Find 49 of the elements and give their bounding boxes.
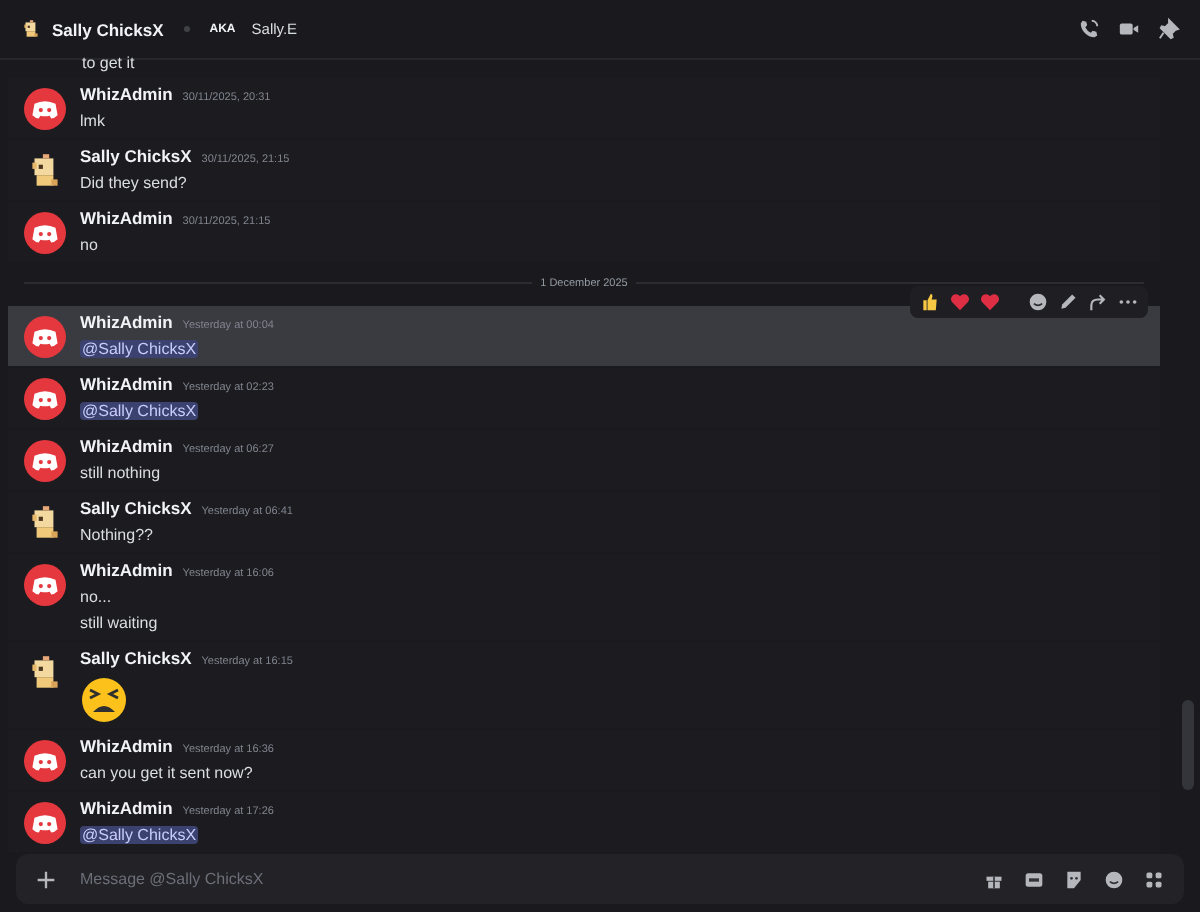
pixel-character-avatar <box>20 18 42 40</box>
video-camera-icon[interactable] <box>1118 18 1140 40</box>
sticker-icon[interactable] <box>1064 869 1084 889</box>
game-controller-avatar <box>24 740 66 782</box>
user-mention[interactable]: @Sally ChicksX <box>80 826 199 844</box>
author-name[interactable]: Sally ChicksX <box>80 648 192 668</box>
game-controller-avatar <box>24 802 66 844</box>
author-name[interactable]: WhizAdmin <box>80 736 173 756</box>
author-name[interactable]: Sally ChicksX <box>80 498 192 518</box>
emoji-icon[interactable] <box>1028 292 1048 312</box>
author-name[interactable]: WhizAdmin <box>80 374 173 394</box>
message-text: Did they send? <box>80 172 189 196</box>
separator-dot <box>183 26 190 32</box>
message-text: no <box>80 234 100 258</box>
game-controller-avatar <box>24 564 66 606</box>
message-text: Nothing?? <box>80 524 155 548</box>
author-name[interactable]: WhizAdmin <box>80 560 173 580</box>
message-text: no... <box>80 586 114 610</box>
game-controller-avatar <box>24 88 66 130</box>
pin-icon[interactable] <box>1158 18 1180 40</box>
apps-icon[interactable] <box>1144 869 1164 889</box>
author-name[interactable]: Sally ChicksX <box>80 146 192 166</box>
author-name[interactable]: WhizAdmin <box>80 436 173 456</box>
author-name[interactable]: WhizAdmin <box>80 312 173 332</box>
game-controller-avatar <box>24 440 66 482</box>
author-name[interactable]: WhizAdmin <box>80 208 173 228</box>
game-controller-avatar <box>24 316 66 358</box>
tired-face-emoji <box>80 676 128 724</box>
thumbs-up-icon[interactable] <box>920 292 940 312</box>
user-mention[interactable]: @Sally ChicksX <box>80 402 199 420</box>
message-text: lmk <box>80 110 107 134</box>
message-input-field[interactable]: Message @Sally ChicksX <box>80 870 984 888</box>
message-composer-field[interactable]: Message @Sally ChicksX <box>16 854 1184 904</box>
forward-arrow-icon[interactable] <box>1088 292 1108 312</box>
gif-icon[interactable] <box>1024 869 1044 889</box>
game-controller-avatar <box>24 378 66 420</box>
phone-icon[interactable] <box>1078 18 1100 40</box>
recipient-name: Sally ChicksX <box>52 19 164 39</box>
plus-icon[interactable] <box>36 869 56 889</box>
message-text: still nothing <box>80 462 163 486</box>
message-text: to get it <box>80 60 137 76</box>
message-text: can you get it sent now? <box>80 762 255 786</box>
pencil-icon[interactable] <box>1058 292 1078 312</box>
emoji-icon[interactable] <box>1104 869 1124 889</box>
message-text: still waiting <box>80 612 160 636</box>
user-mention[interactable]: @Sally ChicksX <box>80 340 199 358</box>
game-controller-avatar <box>24 212 66 254</box>
author-name[interactable]: WhizAdmin <box>80 84 173 104</box>
author-name[interactable]: WhizAdmin <box>80 798 173 818</box>
